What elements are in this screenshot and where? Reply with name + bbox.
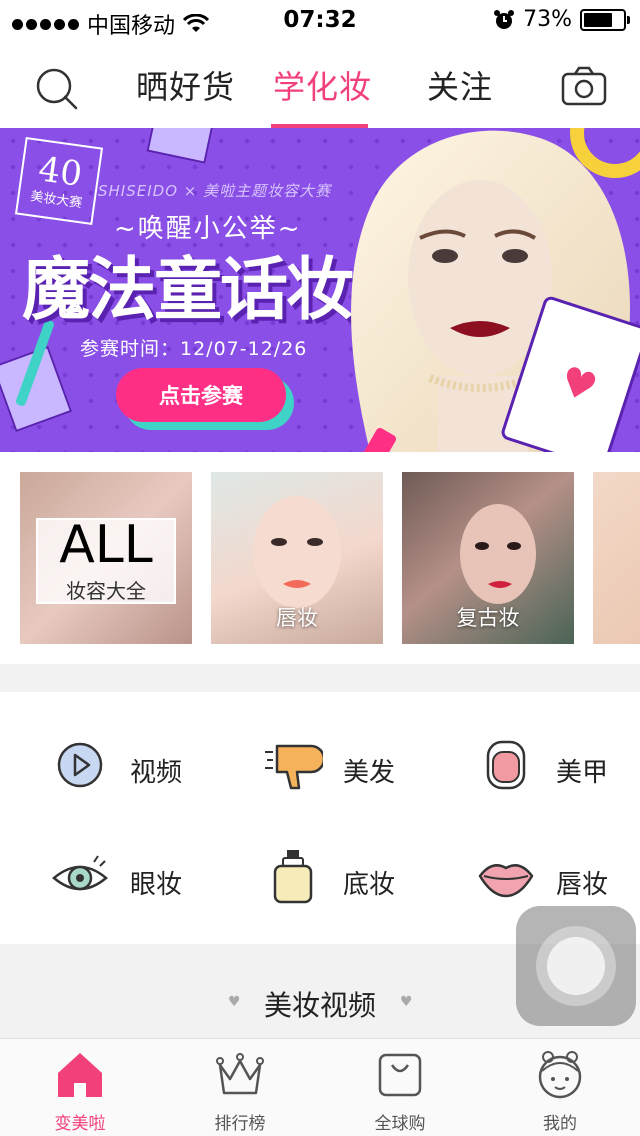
search-icon[interactable] (34, 66, 80, 112)
foundation-bottle-icon (273, 850, 313, 904)
tab-label: 我的 (543, 1114, 577, 1134)
section-divider (0, 664, 640, 692)
promo-banner[interactable]: 40 美妆大赛 SHISEIDO × 美啦主题妆容大赛 ~唤醒小公举~ 魔法童话… (0, 128, 640, 452)
camera-icon[interactable] (561, 66, 607, 106)
category-all-title: ALL (59, 514, 153, 575)
grid-label: 视频 (130, 758, 183, 788)
bottom-tab-bar: 变美啦 排行榜 全球购 我的 (0, 1038, 640, 1136)
battery-percent: 73% (523, 7, 572, 32)
join-contest-button[interactable]: 点击参赛 (116, 368, 286, 422)
assistive-touch-button[interactable] (516, 906, 636, 1026)
crown-icon (216, 1053, 264, 1095)
grid-item-nails[interactable]: 美甲 (426, 712, 639, 822)
all-makeup-box: ALL 妆容大全 (36, 518, 176, 604)
grid-item-hair[interactable]: 美发 (213, 712, 426, 822)
tab-show-goods[interactable]: 晒好货 (136, 62, 235, 108)
lips-icon (478, 864, 534, 898)
profile-face-icon (538, 1051, 582, 1099)
category-card-retro[interactable]: 复古妆 (402, 472, 574, 644)
nail-icon (486, 740, 526, 790)
contest-badge: 40 美妆大赛 (14, 136, 104, 226)
banner-title: 魔法童话妆 (22, 250, 354, 330)
grid-item-foundation[interactable]: 底妆 (213, 824, 426, 934)
category-retro-label: 复古妆 (456, 606, 520, 630)
banner-date: 参赛时间：12/07-12/26 (80, 338, 308, 360)
tab-following[interactable]: 关注 (427, 62, 493, 108)
grid-label: 美甲 (556, 758, 609, 788)
category-card-all[interactable]: ALL 妆容大全 (20, 472, 192, 644)
heart-icon: ♥ (400, 994, 413, 1010)
grid-label: 底妆 (343, 870, 396, 900)
eye-icon (52, 855, 108, 891)
hair-dryer-icon (265, 744, 323, 790)
category-card-next[interactable] (593, 472, 640, 644)
category-carousel[interactable]: ALL 妆容大全 唇妆 复古妆 (0, 452, 640, 664)
alarm-icon (494, 9, 515, 29)
tab-learn-makeup[interactable]: 学化妆 (273, 62, 372, 108)
grid-item-video[interactable]: 视频 (0, 712, 213, 822)
category-card-lip[interactable]: 唇妆 (211, 472, 383, 644)
retro-model-image (460, 504, 536, 604)
shopping-bag-icon (378, 1053, 422, 1097)
home-icon (58, 1053, 102, 1097)
assistive-touch-core (547, 937, 605, 995)
grid-label: 美发 (343, 758, 396, 788)
tab-label: 变美啦 (54, 1114, 106, 1134)
tab-home[interactable]: 变美啦 (0, 1039, 160, 1136)
top-nav: 晒好货 学化妆 关注 (0, 40, 640, 128)
category-all-label: 妆容大全 (66, 578, 146, 603)
grid-item-eye[interactable]: 眼妆 (0, 824, 213, 934)
battery-icon (580, 8, 630, 31)
grid-label: 唇妆 (556, 870, 609, 900)
status-bar: 中国移动 07:32 73% (0, 0, 640, 40)
tab-ranking[interactable]: 排行榜 (160, 1039, 320, 1136)
tab-label: 排行榜 (214, 1114, 266, 1134)
tab-profile[interactable]: 我的 (480, 1039, 640, 1136)
category-lip-label: 唇妆 (276, 606, 318, 630)
video-play-icon (57, 742, 103, 788)
tab-global-shop[interactable]: 全球购 (320, 1039, 480, 1136)
tab-label: 全球购 (374, 1114, 426, 1134)
lip-model-image (253, 496, 341, 608)
banner-brand-line: SHISEIDO × 美啦主题妆容大赛 (98, 182, 332, 200)
grid-label: 眼妆 (130, 870, 183, 900)
